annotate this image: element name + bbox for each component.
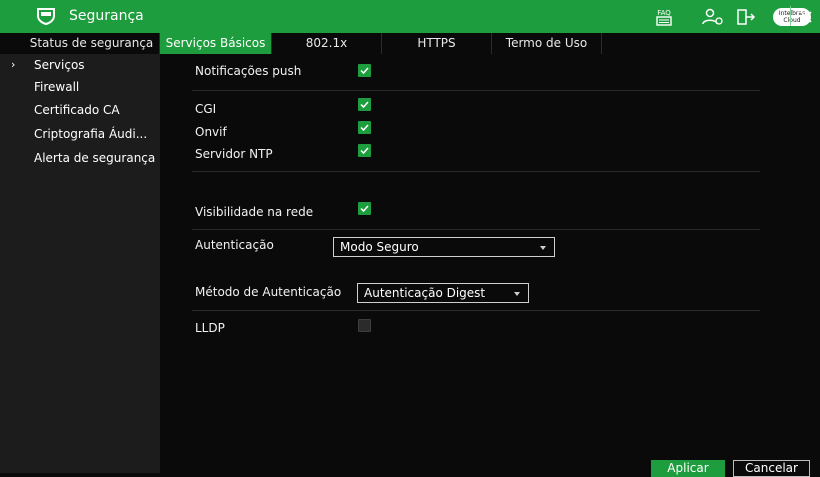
chevron-down-icon: [540, 246, 546, 250]
sidebar-item-services[interactable]: › Serviços: [0, 54, 160, 76]
apply-button[interactable]: Aplicar: [651, 460, 725, 477]
chevron-right-icon: ›: [11, 58, 16, 71]
sidebar: › Serviços Firewall Certificado CA Cript…: [0, 54, 160, 473]
tab-bar: Status de segurança Serviços Básicos 802…: [0, 33, 820, 54]
sidebar-item-label: Criptografia Áudi...: [34, 127, 148, 141]
sidebar-item-audio-encryption[interactable]: Criptografia Áudi...: [0, 123, 160, 145]
faq-label: FAQ: [657, 9, 671, 17]
title-bar: Segurança FAQ Intelbras Cloud: [0, 0, 820, 33]
check-icon: [360, 124, 369, 132]
shield-icon: [37, 8, 55, 25]
network-visibility-label: Visibilidade na rede: [195, 205, 314, 219]
logout-icon[interactable]: [736, 8, 756, 26]
sidebar-item-label: Firewall: [34, 80, 80, 94]
toolbar-divider: [790, 6, 791, 26]
ntp-server-label: Servidor NTP: [195, 147, 273, 161]
chevron-down-icon: [514, 292, 520, 296]
cancel-button[interactable]: Cancelar: [733, 460, 810, 477]
window-title: Segurança: [69, 8, 144, 24]
check-icon: [360, 67, 369, 75]
tab-8021x[interactable]: 802.1x: [272, 33, 382, 54]
tab-security-status[interactable]: Status de segurança: [24, 33, 160, 54]
close-icon[interactable]: [796, 7, 816, 27]
faq-icon[interactable]: FAQ: [656, 8, 672, 26]
auth-method-value: Autenticação Digest: [364, 286, 486, 300]
network-visibility-checkbox[interactable]: [358, 202, 371, 215]
divider: [192, 171, 760, 172]
lldp-checkbox[interactable]: [358, 319, 371, 332]
tab-terms-of-use[interactable]: Termo de Uso: [492, 33, 602, 54]
user-settings-icon[interactable]: [702, 8, 724, 26]
divider: [192, 90, 760, 91]
check-icon: [360, 205, 369, 213]
push-notifications-label: Notificações push: [195, 64, 302, 78]
ntp-server-checkbox[interactable]: [358, 144, 371, 157]
authentication-select[interactable]: Modo Seguro: [333, 237, 555, 257]
onvif-checkbox[interactable]: [358, 121, 371, 134]
sidebar-item-label: Certificado CA: [34, 103, 120, 117]
divider: [192, 310, 760, 311]
divider: [192, 229, 760, 230]
authentication-label: Autenticação: [195, 238, 274, 252]
onvif-label: Onvif: [195, 125, 227, 139]
tab-https[interactable]: HTTPS: [382, 33, 492, 54]
sidebar-item-label: Alerta de segurança: [34, 151, 156, 165]
authentication-value: Modo Seguro: [340, 240, 419, 254]
tab-basic-services[interactable]: Serviços Básicos: [160, 33, 272, 54]
cgi-label: CGI: [195, 102, 217, 116]
check-icon: [360, 147, 369, 155]
sidebar-item-security-alert[interactable]: Alerta de segurança: [0, 147, 160, 169]
cgi-checkbox[interactable]: [358, 98, 371, 111]
check-icon: [360, 101, 369, 109]
sidebar-item-ca-certificate[interactable]: Certificado CA: [0, 99, 160, 121]
sidebar-item-label: Serviços: [34, 58, 85, 72]
push-notifications-checkbox[interactable]: [358, 64, 371, 77]
auth-method-label: Método de Autenticação: [195, 285, 342, 299]
auth-method-select[interactable]: Autenticação Digest: [357, 283, 529, 303]
sidebar-item-firewall[interactable]: Firewall: [0, 76, 160, 98]
lldp-label: LLDP: [195, 321, 225, 335]
